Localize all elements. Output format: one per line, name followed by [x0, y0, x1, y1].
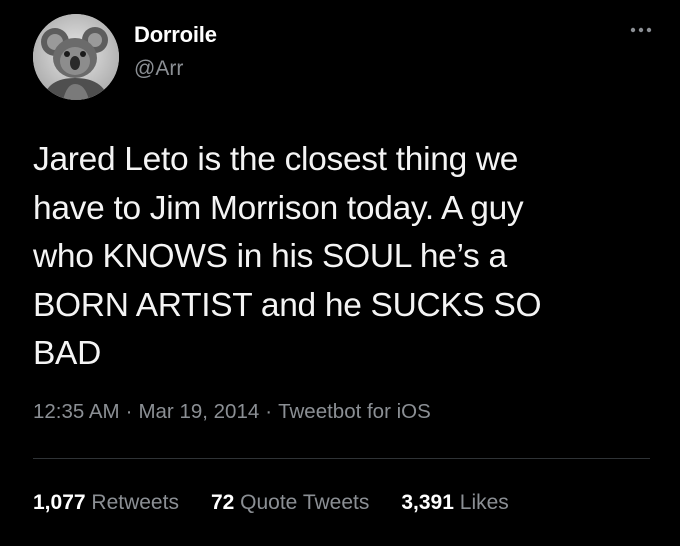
likes-stat[interactable]: 3,391 Likes: [401, 489, 508, 517]
tweet-card: Dorroile @Arr Jared Leto is the closest …: [0, 0, 680, 546]
retweets-label: Retweets: [91, 491, 179, 514]
more-horizontal-icon: [630, 27, 652, 33]
retweets-stat[interactable]: 1,077 Retweets: [33, 489, 179, 517]
quote-tweets-count: 72: [210, 491, 235, 514]
more-button[interactable]: [626, 20, 656, 40]
separator-dot: ·: [265, 400, 273, 423]
tweet-time[interactable]: 12:35 AM: [33, 400, 120, 423]
divider: [33, 458, 650, 459]
separator-dot: ·: [125, 400, 133, 423]
retweets-count: 1,077: [33, 491, 86, 514]
likes-label: Likes: [459, 491, 509, 514]
tweet-text: Jared Leto is the closest thing we have …: [33, 141, 542, 372]
author-block: Dorroile @Arr: [134, 22, 217, 82]
quote-tweets-stat[interactable]: 72 Quote Tweets: [211, 489, 369, 517]
engagement-stats: 1,077 Retweets 72 Quote Tweets 3,391 Lik…: [33, 489, 541, 517]
avatar[interactable]: [33, 14, 119, 100]
koala-avatar-icon: [33, 14, 119, 100]
tweet-metadata: 12:35 AM · Mar 19, 2014 · Tweetbot for iOS: [33, 398, 431, 426]
quote-tweets-label: Quote Tweets: [240, 491, 370, 514]
handle[interactable]: @Arr: [134, 56, 217, 82]
likes-count: 3,391: [401, 491, 454, 514]
tweet-source[interactable]: Tweetbot for iOS: [278, 400, 431, 423]
tweet-date[interactable]: Mar 19, 2014: [138, 400, 259, 423]
display-name[interactable]: Dorroile: [134, 22, 217, 48]
